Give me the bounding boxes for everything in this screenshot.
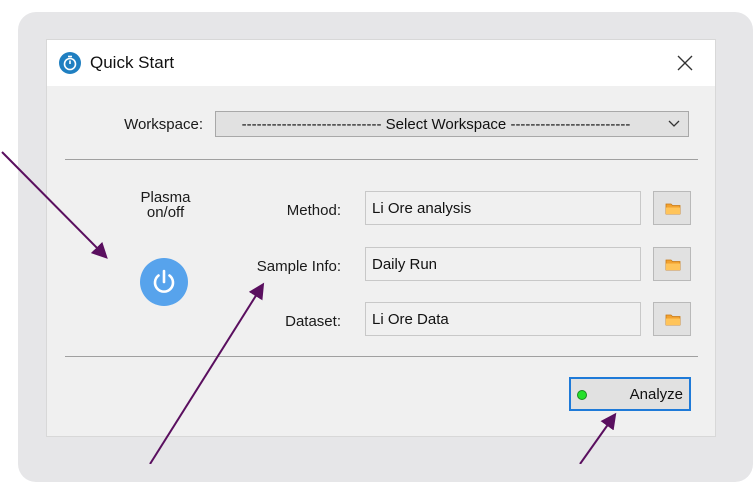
arrow-to-analyze (579, 412, 617, 464)
arrow-to-sample-info (149, 282, 265, 464)
arrow-to-plasma (1, 151, 108, 259)
annotation-arrows (1, 151, 617, 464)
